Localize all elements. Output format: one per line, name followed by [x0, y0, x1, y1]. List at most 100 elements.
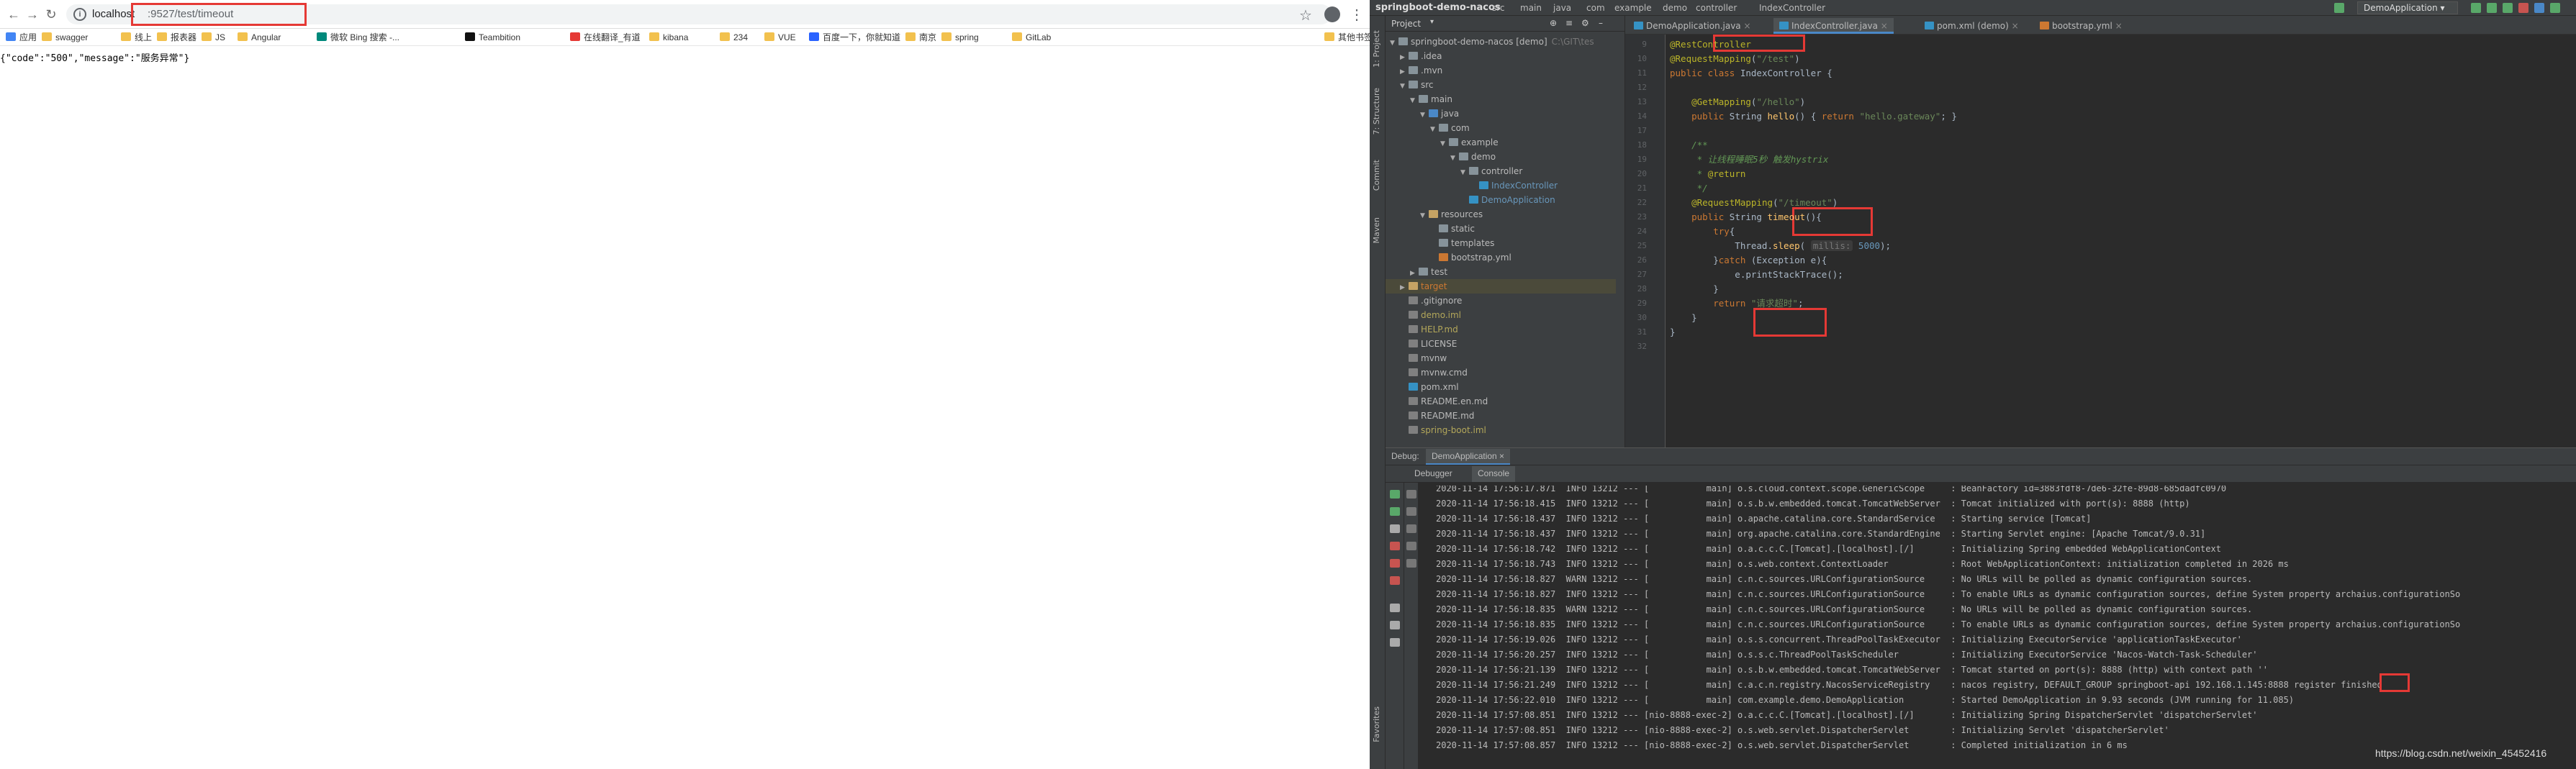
breadcrumb-item[interactable]: java: [1553, 3, 1571, 13]
code-area[interactable]: @RestController @RequestMapping("/test") p…: [1670, 35, 2576, 447]
camera-icon[interactable]: [1390, 604, 1400, 612]
bookmark-item[interactable]: swagger: [42, 32, 88, 43]
editor-tab[interactable]: bootstrap.yml ×: [2034, 18, 2128, 34]
stop-icon[interactable]: [2518, 3, 2528, 13]
tree-expand-icon[interactable]: ▶: [1410, 266, 1419, 281]
tree-expand-icon[interactable]: ▼: [1430, 122, 1439, 137]
tree-row[interactable]: pom.xml: [1400, 380, 1459, 394]
tree-row[interactable]: README.en.md: [1400, 394, 1488, 409]
bookmark-item[interactable]: GitLab: [1012, 32, 1051, 43]
bookmark-item[interactable]: spring: [941, 32, 979, 43]
stop-debug-icon[interactable]: [1390, 542, 1400, 550]
breadcrumb-item[interactable]: demo: [1663, 3, 1687, 13]
tree-row[interactable]: static: [1430, 222, 1475, 236]
bookmark-item[interactable]: kibana: [649, 32, 688, 43]
tree-row[interactable]: IndexController: [1470, 178, 1558, 193]
build-icon[interactable]: [2334, 3, 2344, 13]
bookmark-item[interactable]: 微软 Bing 搜索 -...: [317, 32, 399, 43]
soft-wrap-icon[interactable]: [1406, 524, 1416, 533]
breadcrumb-item[interactable]: main: [1520, 3, 1542, 13]
tree-row[interactable]: ▼ springboot-demo-nacos [demo] C:\GIT\tes: [1390, 35, 1594, 49]
close-icon[interactable]: ×: [2009, 21, 2019, 31]
tree-row[interactable]: spring-boot.iml: [1400, 423, 1486, 437]
tool-project[interactable]: 1: Project: [1372, 30, 1381, 68]
tree-expand-icon[interactable]: ▶: [1400, 65, 1409, 79]
bookmark-item[interactable]: VUE: [764, 32, 796, 43]
console-output[interactable]: 2020-11-14 17:57:08.857 INFO 13212 --- […: [1436, 486, 2576, 769]
vcs-commit-icon[interactable]: [2550, 3, 2560, 13]
bookmark-item[interactable]: JS: [202, 32, 225, 43]
info-icon[interactable]: i: [73, 8, 86, 21]
breadcrumb-item[interactable]: controller: [1696, 3, 1737, 13]
breadcrumb-item[interactable]: IndexController: [1759, 3, 1825, 13]
breadcrumb-item[interactable]: com: [1586, 3, 1605, 13]
tree-row[interactable]: ▼ resources: [1420, 207, 1483, 222]
breadcrumb-item[interactable]: example: [1614, 3, 1652, 13]
tree-row[interactable]: ▼ demo: [1450, 150, 1496, 164]
bookmark-item[interactable]: Angular: [238, 32, 281, 43]
tree-row[interactable]: templates: [1430, 236, 1494, 250]
settings-debug-icon[interactable]: [1390, 621, 1400, 629]
back-icon[interactable]: ←: [6, 6, 22, 22]
tree-expand-icon[interactable]: ▶: [1400, 281, 1409, 295]
resume-icon[interactable]: [1390, 507, 1400, 516]
tree-row[interactable]: ▶ .mvn: [1400, 63, 1442, 78]
tree-row[interactable]: ▼ main: [1410, 92, 1452, 106]
pin-icon[interactable]: [1390, 638, 1400, 647]
tree-row[interactable]: ▼ src: [1400, 78, 1434, 92]
tool-commit[interactable]: Commit: [1372, 160, 1381, 191]
editor-tab[interactable]: pom.xml (demo) ×: [1919, 18, 2025, 34]
hide-icon[interactable]: –: [1599, 18, 1603, 28]
menu-icon[interactable]: ⋮: [1350, 6, 1364, 24]
bookmark-item[interactable]: 在线翻译_有道: [570, 32, 641, 43]
forward-icon[interactable]: →: [24, 6, 40, 22]
tree-row[interactable]: ▶ target: [1386, 279, 1616, 294]
rerun-icon[interactable]: [1390, 490, 1400, 499]
tree-row[interactable]: .gitignore: [1400, 294, 1462, 308]
tree-row[interactable]: ▶ .idea: [1400, 49, 1442, 63]
tree-row[interactable]: LICENSE: [1400, 337, 1457, 351]
address-bar[interactable]: i localhost :9527/test/timeout: [66, 3, 1332, 26]
tree-row[interactable]: mvnw: [1400, 351, 1447, 365]
debug-session-tab[interactable]: DemoApplication ×: [1426, 449, 1511, 465]
debug-icon[interactable]: [2487, 3, 2497, 13]
editor-tab[interactable]: IndexController.java ×: [1773, 18, 1894, 34]
tool-structure[interactable]: 7: Structure: [1372, 88, 1381, 135]
vcs-update-icon[interactable]: [2534, 3, 2544, 13]
collapse-icon[interactable]: ≡: [1565, 18, 1573, 28]
tree-row[interactable]: demo.iml: [1400, 308, 1461, 322]
close-icon[interactable]: ×: [1741, 21, 1750, 31]
tab-debugger[interactable]: Debugger: [1414, 468, 1452, 478]
run-icon[interactable]: [2471, 3, 2481, 13]
close-icon[interactable]: ×: [2112, 21, 2123, 31]
pause-icon[interactable]: [1390, 524, 1400, 533]
project-name[interactable]: springboot-demo-nacos: [1375, 2, 1501, 13]
breadcrumb-item[interactable]: src: [1492, 3, 1505, 13]
bookmark-star-icon[interactable]: ☆: [1299, 6, 1312, 24]
bookmark-item[interactable]: 234: [720, 32, 748, 43]
scroll-down-icon[interactable]: [1406, 507, 1416, 516]
bookmark-item[interactable]: 其他书签: [1324, 32, 1373, 43]
project-panel-title[interactable]: Project: [1391, 19, 1421, 29]
bookmark-item[interactable]: Teambition: [465, 32, 520, 43]
tab-console[interactable]: Console: [1472, 466, 1516, 482]
run-configuration-select[interactable]: DemoApplication ▾: [2357, 1, 2458, 14]
bookmark-item[interactable]: 应用: [6, 32, 37, 43]
settings-icon[interactable]: ⚙: [1581, 18, 1589, 28]
tree-expand-icon[interactable]: ▼: [1390, 36, 1398, 50]
reload-icon[interactable]: ↻: [43, 6, 59, 22]
tree-expand-icon[interactable]: ▼: [1420, 108, 1429, 122]
tree-row[interactable]: DemoApplication: [1460, 193, 1555, 207]
tree-expand-icon[interactable]: ▼: [1410, 94, 1419, 108]
bookmark-item[interactable]: 南京: [905, 32, 936, 43]
tree-expand-icon[interactable]: ▶: [1400, 50, 1409, 65]
tree-expand-icon[interactable]: ▼: [1450, 151, 1459, 165]
tree-expand-icon[interactable]: ▼: [1440, 137, 1449, 151]
tree-row[interactable]: ▼ example: [1440, 135, 1499, 150]
close-icon[interactable]: ×: [1878, 21, 1888, 31]
chevron-down-icon[interactable]: ▾: [1430, 18, 1434, 26]
editor-tab[interactable]: DemoApplication.java ×: [1628, 18, 1757, 34]
tree-row[interactable]: ▼ com: [1430, 121, 1470, 135]
bookmark-item[interactable]: 百度一下，你就知道: [809, 32, 900, 43]
tree-row[interactable]: ▼ java: [1420, 106, 1459, 121]
